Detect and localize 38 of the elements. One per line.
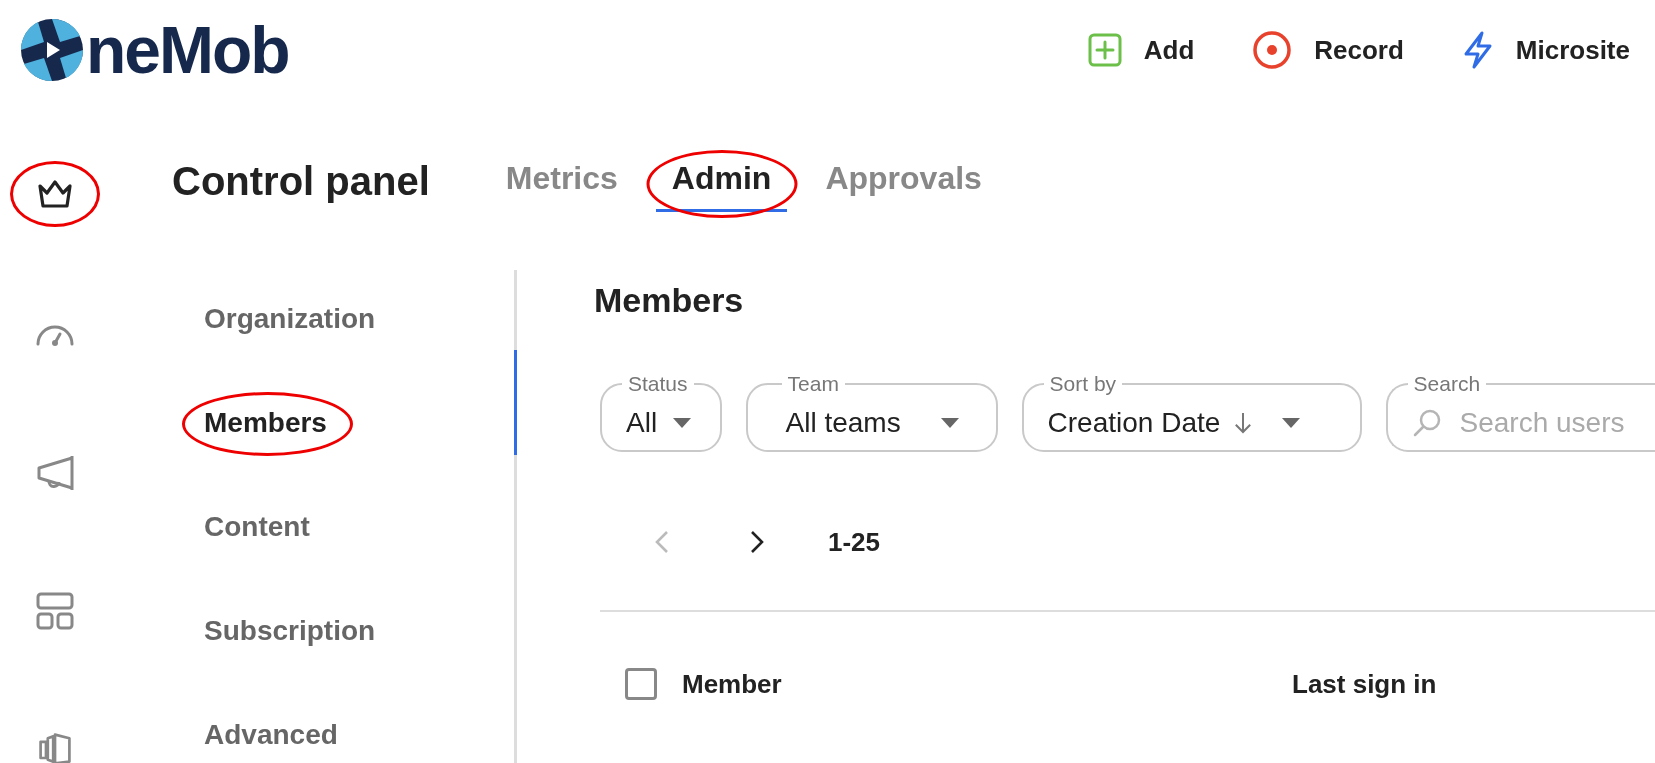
cards-button[interactable] xyxy=(37,730,73,763)
tab[interactable]: Approvals xyxy=(809,156,998,212)
sort-down-icon xyxy=(1234,411,1253,435)
page-range: 1-25 xyxy=(828,526,881,558)
column-header[interactable]: Last sign in xyxy=(1292,668,1437,700)
section-title: Members xyxy=(594,280,745,321)
caret-icon xyxy=(940,418,959,428)
megaphone-button[interactable] xyxy=(35,454,75,492)
select-all-checkbox[interactable] xyxy=(625,668,657,700)
caret-icon xyxy=(673,418,692,428)
chevron-right-icon xyxy=(750,530,764,554)
layout-icon xyxy=(35,591,75,631)
caret-icon xyxy=(1282,418,1301,428)
sidebar-item[interactable]: Content xyxy=(204,511,310,543)
aperture-icon xyxy=(20,18,84,82)
crown-button[interactable] xyxy=(35,178,75,210)
search-icon xyxy=(1411,408,1442,438)
sidebar-item[interactable]: Subscription xyxy=(204,615,376,647)
tab[interactable]: Metrics xyxy=(489,156,634,212)
sidebar-item[interactable]: Organization xyxy=(204,303,376,335)
sidebar-item[interactable]: Members xyxy=(204,407,327,439)
record-icon xyxy=(1252,30,1293,70)
add-button[interactable]: Add xyxy=(1087,26,1195,74)
cards-icon xyxy=(37,730,73,763)
plus-icon xyxy=(1087,33,1122,67)
column-header[interactable]: Member xyxy=(682,668,1292,700)
logo-text: neMob xyxy=(86,17,289,83)
layout-button[interactable] xyxy=(35,591,75,631)
tab[interactable]: Admin xyxy=(655,156,788,212)
megaphone-icon xyxy=(35,454,75,492)
chevron-left-icon xyxy=(655,530,669,554)
microsite-button[interactable]: Microsite xyxy=(1461,26,1630,74)
gauge-icon xyxy=(35,323,75,347)
gauge-button[interactable] xyxy=(35,323,75,347)
crown-icon xyxy=(35,178,75,210)
page-title: Control panel xyxy=(172,158,430,205)
record-button[interactable]: Record xyxy=(1252,26,1404,74)
sidebar-item[interactable]: Advanced xyxy=(204,719,338,751)
